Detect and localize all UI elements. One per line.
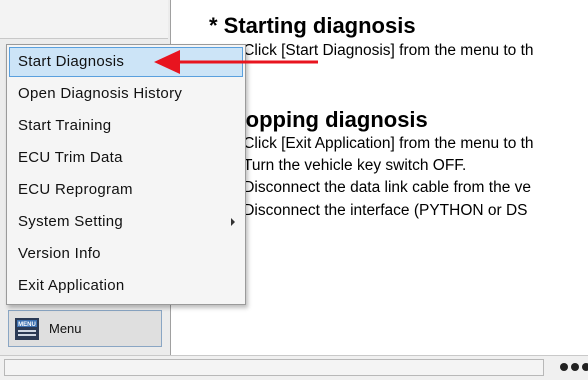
menu-item-label: Version Info [18, 245, 101, 262]
stop-step-3: 3. Disconnect the data link cable from t… [226, 179, 531, 196]
status-field [4, 359, 544, 376]
menu-item-start-diagnosis[interactable]: Start Diagnosis [9, 47, 243, 77]
menu-item-start-training[interactable]: Start Training [9, 111, 243, 141]
popup-menu: Start Diagnosis Open Diagnosis History S… [6, 44, 246, 305]
menu-item-label: ECU Trim Data [18, 149, 123, 166]
menu-icon: MENU [15, 317, 39, 340]
stop-step-4: 4. Disconnect the interface (PYTHON or D… [226, 202, 528, 219]
start-heading: * Starting diagnosis [209, 13, 416, 38]
menu-item-label: Open Diagnosis History [18, 85, 183, 102]
menu-item-label: Exit Application [18, 277, 125, 294]
svg-text:MENU: MENU [18, 322, 36, 328]
start-step-1: 1. Click [Start Diagnosis] from the menu… [226, 42, 534, 59]
menu-item-ecu-reprogram[interactable]: ECU Reprogram [9, 175, 243, 205]
resize-grip-icon[interactable] [560, 363, 588, 371]
left-top-strip [0, 0, 168, 39]
submenu-arrow-icon [231, 218, 235, 226]
menu-item-label: Start Training [18, 117, 112, 134]
menu-button-label: Menu [49, 321, 82, 336]
menu-item-label: ECU Reprogram [18, 181, 133, 198]
menu-item-exit-application[interactable]: Exit Application [9, 271, 243, 301]
menu-button[interactable]: MENU Menu [8, 310, 162, 347]
stop-step-1: 1. Click [Exit Application] from the men… [226, 135, 534, 152]
menu-item-ecu-trim-data[interactable]: ECU Trim Data [9, 143, 243, 173]
menu-item-version-info[interactable]: Version Info [9, 239, 243, 269]
stop-step-2: 2. Turn the vehicle key switch OFF. [226, 157, 467, 174]
menu-item-label: Start Diagnosis [18, 53, 125, 70]
menu-item-label: System Setting [18, 213, 124, 230]
menu-item-open-diagnosis-history[interactable]: Open Diagnosis History [9, 79, 243, 109]
menu-item-system-setting[interactable]: System Setting [9, 207, 243, 237]
status-bar [0, 355, 588, 380]
